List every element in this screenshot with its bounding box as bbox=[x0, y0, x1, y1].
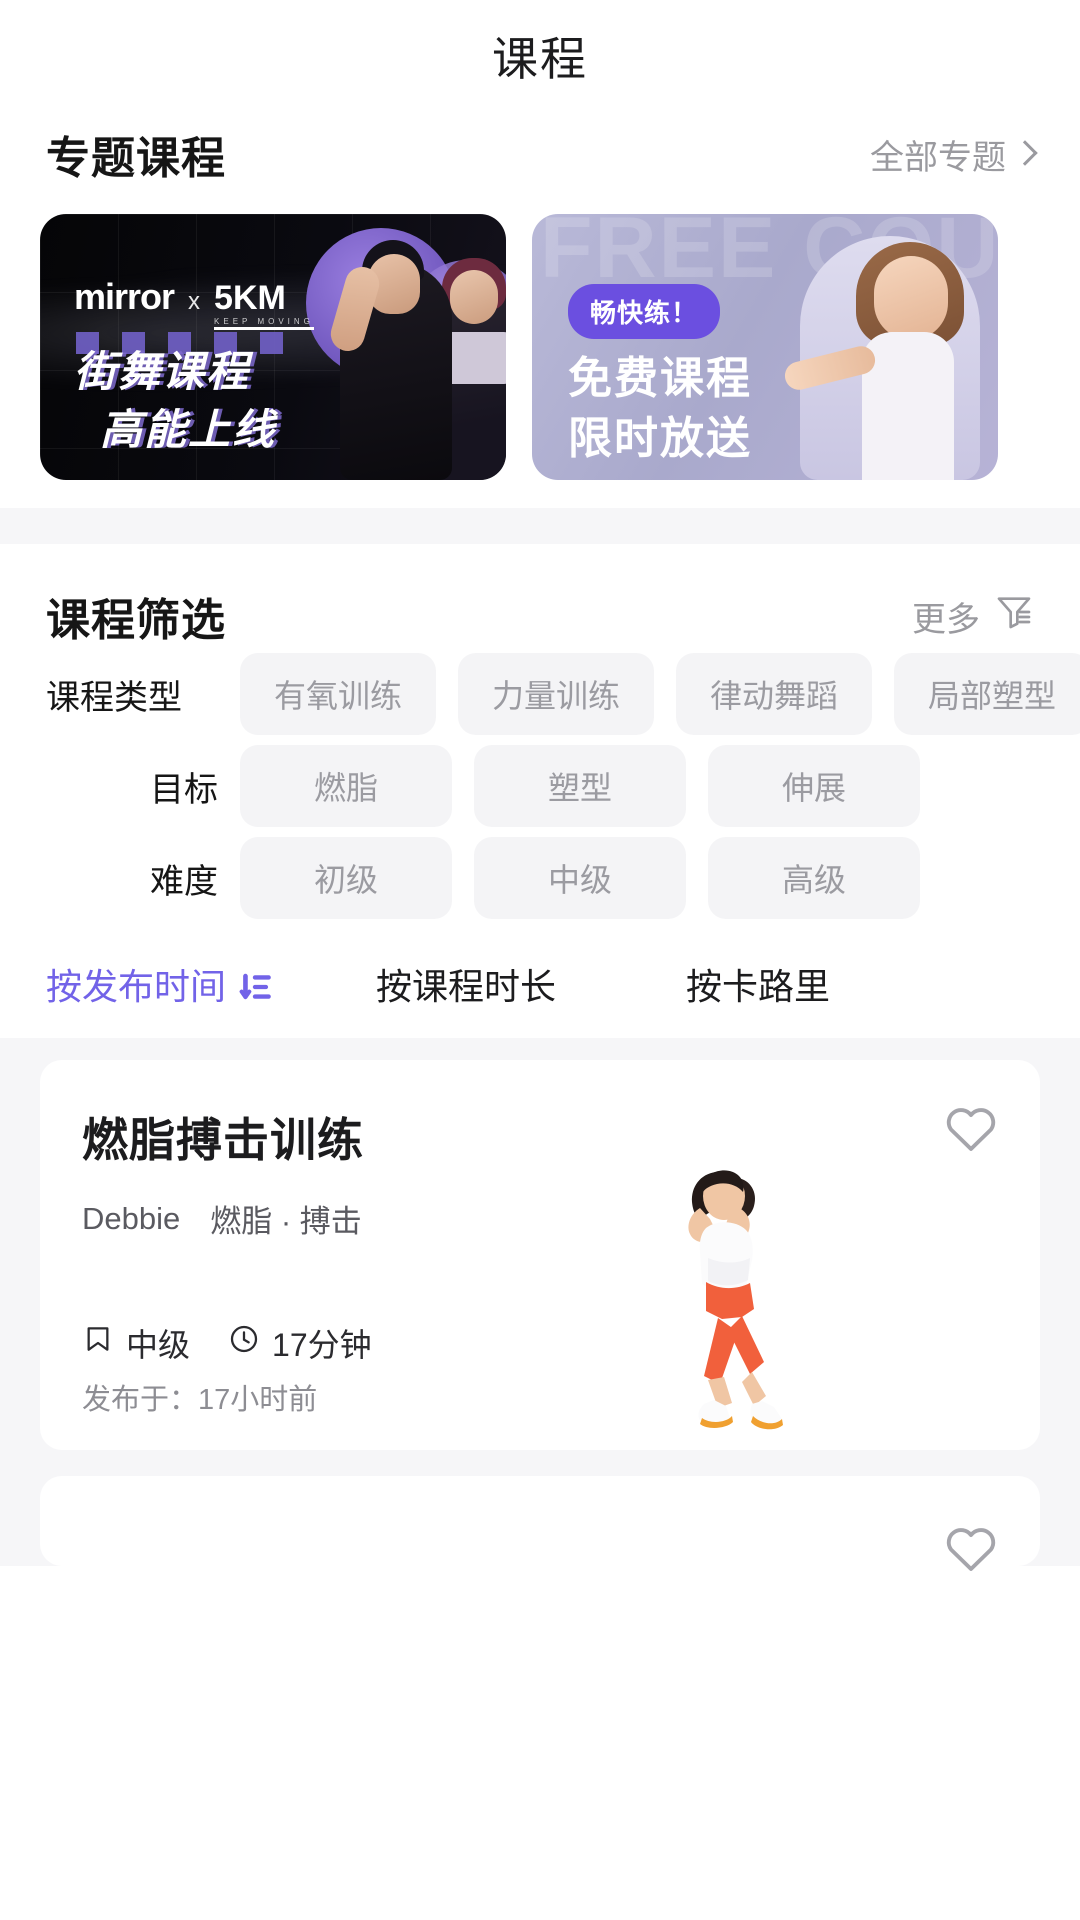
sort-tab-calories[interactable]: 按卡路里 bbox=[686, 958, 830, 1010]
filter-chip-advanced[interactable]: 高级 bbox=[708, 837, 921, 919]
filter-chip-fat-burn[interactable]: 燃脂 bbox=[240, 745, 453, 827]
sort-tab-label: 按课程时长 bbox=[376, 966, 557, 1007]
course-publish-time: 发布于：17小时前 bbox=[82, 1384, 318, 1416]
page-title: 课程 bbox=[492, 33, 588, 85]
banner-model-body bbox=[862, 332, 954, 480]
brand-mirror-text: mirror bbox=[74, 276, 175, 317]
chevron-right-icon bbox=[1012, 140, 1038, 166]
course-tags: 燃脂 · 搏击 bbox=[210, 1204, 362, 1239]
banner-badge: 畅快练！ bbox=[568, 284, 721, 339]
heart-outline-icon bbox=[940, 1108, 1002, 1162]
banner-headline-line2: 高能上线 bbox=[100, 406, 277, 453]
banner2-headline-line2: 限时放送 bbox=[568, 414, 752, 463]
banner-brand-lockup: mirror x 5KM KEEP MOVING bbox=[74, 276, 314, 330]
brand-5km-tagline: KEEP MOVING bbox=[214, 317, 314, 326]
course-thumbnail-illustration bbox=[630, 1150, 830, 1450]
course-duration-label: 17分钟 bbox=[272, 1327, 372, 1363]
course-card[interactable]: 燃脂搏击训练 Debbie 燃脂 · 搏击 中级 17分钟 发布于：17小时前 bbox=[40, 1060, 1040, 1450]
sort-tab-label: 按卡路里 bbox=[686, 966, 831, 1007]
funnel-filter-icon bbox=[994, 591, 1034, 642]
course-level: 中级 bbox=[82, 1320, 190, 1366]
banner-model-head bbox=[874, 256, 948, 340]
filter-chip-intermediate[interactable]: 中级 bbox=[474, 837, 687, 919]
filter-chip-beginner[interactable]: 初级 bbox=[240, 837, 453, 919]
course-subtitle-row: Debbie 燃脂 · 搏击 bbox=[82, 1196, 1000, 1241]
brand-separator: x bbox=[188, 288, 201, 315]
filter-chip-body-sculpt[interactable]: 局部塑型 bbox=[894, 653, 1080, 735]
filter-chip-shape[interactable]: 塑型 bbox=[474, 745, 687, 827]
all-topics-link[interactable]: 全部专题 bbox=[870, 130, 1038, 179]
course-filter-panel: 课程筛选 更多 课程类型 有氧训练 力量训练 律动舞蹈 局部塑型 静 目标 燃脂… bbox=[0, 544, 1080, 924]
filter-row-label: 课程类型 bbox=[46, 678, 182, 717]
banner-dancers-illustration bbox=[297, 214, 506, 480]
course-title: 燃脂搏击训练 bbox=[82, 1114, 364, 1166]
course-meta-row: 中级 17分钟 bbox=[82, 1320, 372, 1366]
banner2-headline-line1: 免费课程 bbox=[568, 354, 752, 403]
banner-headline-line1: 街舞课程 bbox=[74, 348, 251, 395]
filter-row-goal: 目标 燃脂 塑型 伸展 bbox=[0, 740, 1080, 832]
section-divider-band bbox=[0, 508, 1080, 544]
brand-5km-text: 5KM KEEP MOVING bbox=[214, 281, 314, 330]
filter-row-course-type: 课程类型 有氧训练 力量训练 律动舞蹈 局部塑型 静 bbox=[0, 648, 1080, 740]
filter-title: 课程筛选 bbox=[46, 596, 226, 645]
topic-banner-carousel[interactable]: mirror x 5KM KEEP MOVING 街舞课程 高能上线 FREE … bbox=[0, 196, 1080, 486]
filter-row-label: 目标 bbox=[150, 770, 218, 809]
sort-tab-publish-time[interactable]: 按发布时间 bbox=[46, 958, 376, 1010]
banner-street-dance[interactable]: mirror x 5KM KEEP MOVING 街舞课程 高能上线 bbox=[40, 214, 506, 480]
topic-section-title: 专题课程 bbox=[46, 134, 226, 183]
heart-outline-icon bbox=[940, 1528, 1002, 1582]
course-list: 燃脂搏击训练 Debbie 燃脂 · 搏击 中级 17分钟 发布于：17小时前 bbox=[0, 1038, 1080, 1571]
bookmark-icon bbox=[82, 1323, 114, 1363]
course-duration: 17分钟 bbox=[228, 1320, 372, 1366]
filter-more-label: 更多 bbox=[912, 600, 980, 639]
filter-chip-strength[interactable]: 力量训练 bbox=[458, 653, 655, 735]
sort-descending-icon bbox=[238, 969, 272, 1000]
course-level-label: 中级 bbox=[126, 1327, 191, 1363]
filter-row-label: 难度 bbox=[150, 862, 218, 901]
top-navigation-bar: 课程 bbox=[0, 0, 1080, 112]
course-card-next-partial[interactable] bbox=[40, 1476, 1040, 1571]
filter-chip-dance[interactable]: 律动舞蹈 bbox=[676, 653, 873, 735]
sort-tab-label: 按发布时间 bbox=[46, 966, 227, 1007]
favorite-button[interactable] bbox=[940, 1096, 1002, 1158]
clock-icon bbox=[228, 1323, 260, 1363]
filter-chip-aerobic[interactable]: 有氧训练 bbox=[240, 653, 437, 735]
topic-section-header: 专题课程 全部专题 bbox=[0, 112, 1080, 196]
filter-chip-stretch[interactable]: 伸展 bbox=[708, 745, 921, 827]
sort-tab-bar: 按发布时间 按课程时长 按卡路里 bbox=[0, 924, 1080, 1038]
course-coach-name: Debbie bbox=[82, 1200, 181, 1236]
all-topics-label: 全部专题 bbox=[870, 138, 1006, 177]
filter-row-difficulty: 难度 初级 中级 高级 bbox=[0, 832, 1080, 924]
filter-header: 课程筛选 更多 bbox=[0, 544, 1080, 648]
filter-more-button[interactable]: 更多 bbox=[912, 591, 1034, 642]
favorite-button[interactable] bbox=[940, 1516, 1002, 1578]
sort-tab-duration[interactable]: 按课程时长 bbox=[376, 958, 686, 1010]
banner-free-course[interactable]: FREE COURS 畅快练！ 免费课程 限时放送 bbox=[532, 214, 998, 480]
